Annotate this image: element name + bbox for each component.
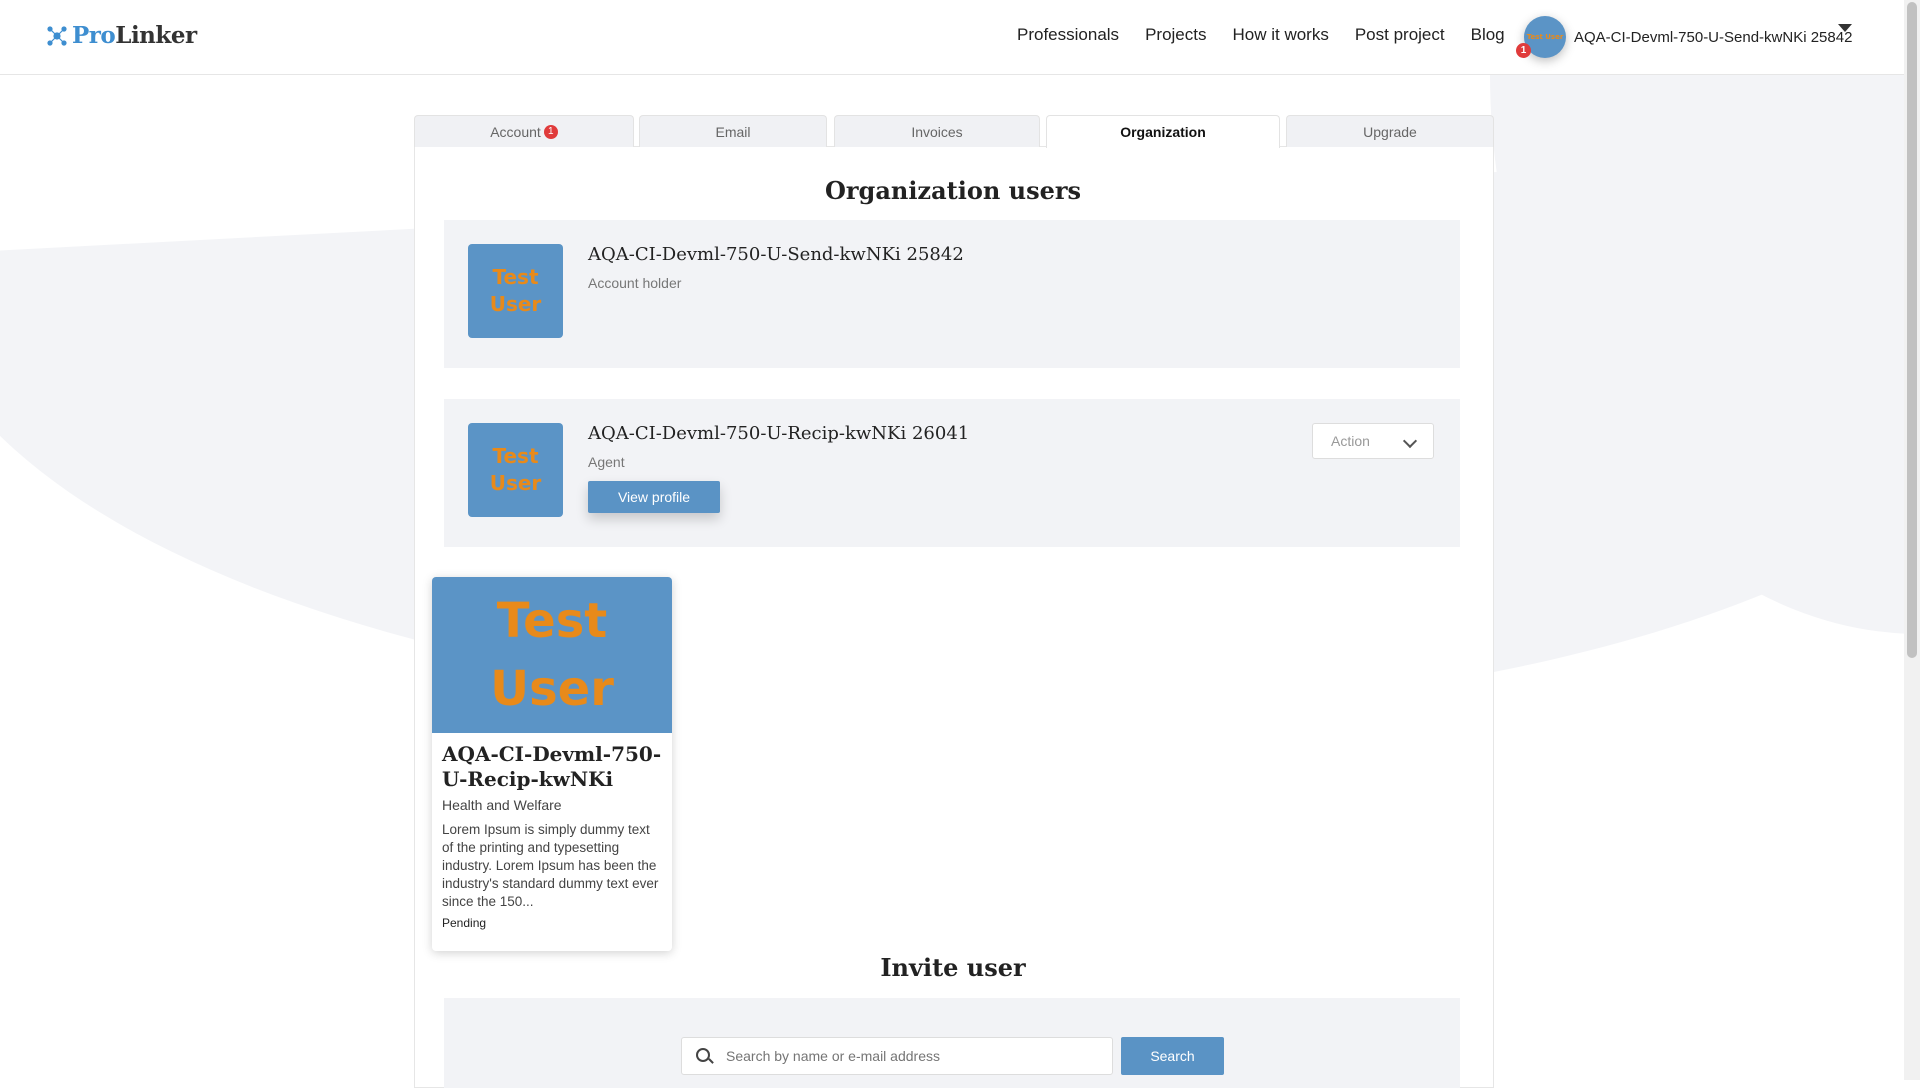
professional-image: Test User	[432, 577, 672, 733]
tab-account-label: Account	[490, 123, 541, 140]
status-badge: Pending	[442, 916, 487, 930]
search-icon	[696, 1048, 710, 1062]
avatar-line1: Test	[492, 444, 539, 468]
user-avatar-image: Test User	[468, 244, 563, 338]
view-profile-button[interactable]: View profile	[588, 481, 720, 513]
tab-account[interactable]: Account 1	[414, 115, 634, 147]
tab-account-badge: 1	[543, 124, 558, 139]
tab-upgrade[interactable]: Upgrade	[1286, 115, 1494, 147]
tab-invoices-label: Invoices	[911, 123, 963, 140]
tab-email-label: Email	[715, 123, 751, 140]
professional-category: Health and Welfare	[442, 797, 562, 813]
avatar-line2: User	[489, 471, 542, 495]
search-button[interactable]: Search	[1121, 1037, 1224, 1075]
logo-pro-text: Pro	[72, 22, 116, 49]
avatar-line2: User	[489, 292, 542, 316]
tab-organization[interactable]: Organization	[1046, 115, 1280, 148]
pending-professional-card[interactable]: Test User AQA-CI-Devml-750-U-Recip-kwNKi…	[432, 577, 672, 951]
avatar-line1: Test	[492, 265, 539, 289]
org-user-role: Agent	[588, 454, 625, 470]
invite-user-title: Invite user	[880, 953, 1026, 982]
tab-organization-label: Organization	[1120, 124, 1206, 140]
nav-post-project[interactable]: Post project	[1355, 25, 1445, 45]
org-user-name: AQA-CI-Devml-750-U-Send-kwNKi 25842	[588, 244, 964, 265]
action-dropdown[interactable]: Action	[1312, 423, 1434, 459]
action-dropdown-label: Action	[1331, 433, 1370, 449]
org-user-role: Account holder	[588, 275, 682, 291]
image-text-line1: Test	[496, 593, 608, 649]
user-avatar-image: Test User	[468, 423, 563, 517]
chevron-down-icon	[1402, 433, 1418, 449]
invite-search-input[interactable]	[681, 1037, 1113, 1075]
user-avatar[interactable]: Test User 1	[1516, 16, 1566, 58]
tab-invoices[interactable]: Invoices	[834, 115, 1040, 147]
logo-linker-text: Linker	[115, 22, 197, 49]
avatar-text: Test User	[1526, 33, 1564, 41]
notification-badge: 1	[1516, 43, 1531, 58]
tab-upgrade-label: Upgrade	[1363, 123, 1417, 140]
header-user-name[interactable]: AQA-CI-Devml-750-U-Send-kwNKi 25842	[1574, 29, 1852, 46]
organization-users-title: Organization users	[824, 176, 1082, 205]
main-nav: Professionals Projects How it works Post…	[1017, 25, 1531, 45]
user-menu[interactable]: Test User 1 AQA-CI-Devml-750-U-Send-kwNK…	[1516, 16, 1852, 58]
nav-how-it-works[interactable]: How it works	[1232, 25, 1328, 45]
nav-projects[interactable]: Projects	[1145, 25, 1206, 45]
caret-down-icon[interactable]	[1838, 24, 1852, 32]
org-user-card-holder: Test User AQA-CI-Devml-750-U-Send-kwNKi …	[444, 220, 1460, 368]
network-logo-icon	[47, 25, 67, 46]
org-user-name: AQA-CI-Devml-750-U-Recip-kwNKi 26041	[588, 423, 970, 444]
prolinker-logo[interactable]: ProLinker	[46, 22, 197, 49]
logo-text: ProLinker	[72, 22, 197, 49]
scrollbar-thumb[interactable]	[1907, 2, 1917, 658]
professional-description: Lorem Ipsum is simply dummy text of the …	[442, 822, 659, 909]
tab-email[interactable]: Email	[639, 115, 827, 147]
invite-user-area: Search	[444, 998, 1460, 1088]
image-text-line2: User	[490, 661, 614, 717]
org-user-card-agent: Test User AQA-CI-Devml-750-U-Recip-kwNKi…	[444, 399, 1460, 547]
professional-name[interactable]: AQA-CI-Devml-750-U-Recip-kwNKi	[442, 742, 666, 792]
settings-tabs: Account 1 Email Invoices Organization Up…	[414, 115, 1494, 148]
nav-blog[interactable]: Blog	[1471, 25, 1505, 45]
nav-professionals[interactable]: Professionals	[1017, 25, 1119, 45]
top-header: ProLinker Professionals Projects How it …	[0, 0, 1904, 75]
